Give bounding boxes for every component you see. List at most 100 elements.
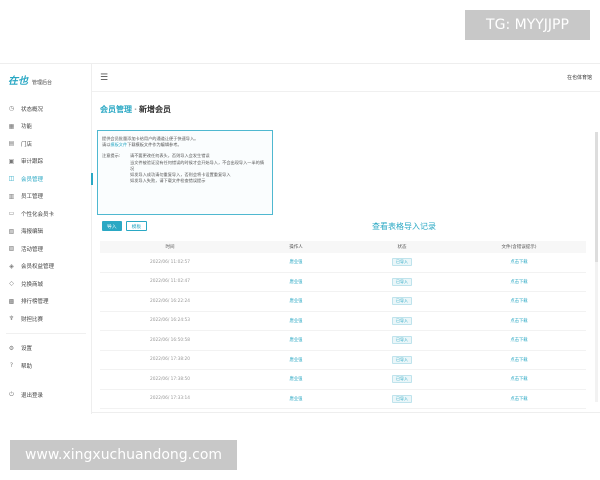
cell-operator[interactable]: 唐业强 <box>240 298 352 304</box>
table-header: 时间 操作人 状态 文件(含错误提示) <box>100 241 586 253</box>
sidebar-divider <box>6 328 86 334</box>
cell-file-link[interactable]: 点击下载 <box>452 259 586 265</box>
help-icon: ? <box>9 362 14 370</box>
cell-time: 2022/06/ 16:24:53 <box>150 318 190 324</box>
import-button[interactable]: 导入 <box>102 221 122 231</box>
cell-file-link[interactable]: 点击下载 <box>452 396 586 402</box>
cell-status: 已导入 <box>352 277 452 286</box>
sidebar-item-trophy[interactable]: ♆ 财担比赛 <box>0 310 92 328</box>
sidebar-item-label: 个性化会员卡 <box>21 211 55 218</box>
sidebar-item-clock[interactable]: ◷ 状态概况 <box>0 100 92 118</box>
sidebar-item-gear[interactable]: ⚙ 设置 <box>0 340 92 358</box>
cell-operator[interactable]: 唐业强 <box>240 279 352 285</box>
member-icon: ◫ <box>8 175 15 183</box>
status-badge: 已导入 <box>392 297 412 306</box>
header-file: 文件(含错误提示) <box>501 245 537 250</box>
cell-operator[interactable]: 唐业强 <box>240 376 352 382</box>
table-row: 2022/06/ 11:02:47 唐业强 已导入 点击下载 <box>100 273 586 292</box>
records-title[interactable]: 查看表格导入记录 <box>372 221 436 232</box>
header-time: 时间 <box>165 245 175 250</box>
store-icon: ▤ <box>8 140 15 148</box>
benefit-icon: ◈ <box>9 262 14 270</box>
sidebar-item-label: 帮助 <box>21 363 33 370</box>
sidebar-item-audit[interactable]: ▣ 审计跟踪 <box>0 153 92 171</box>
tips-label: 注意提示: <box>102 153 121 159</box>
cell-status: 已导入 <box>352 394 452 403</box>
menu-toggle-icon[interactable]: ☰ <box>100 73 108 83</box>
card-icon: ▭ <box>8 210 15 218</box>
cell-file-link[interactable]: 点击下载 <box>452 337 586 343</box>
notice-text: 下载模板文件作为编辑参考。 <box>127 142 182 148</box>
ranking-icon: ▩ <box>8 297 15 305</box>
logout-area: ⏻ 退出登录 <box>0 386 92 404</box>
cell-operator[interactable]: 唐业强 <box>240 357 352 363</box>
scrollbar[interactable] <box>595 132 598 402</box>
logout-icon: ⏻ <box>9 390 14 398</box>
template-link[interactable]: 模板文件 <box>110 142 127 147</box>
sidebar-item-activity[interactable]: ▨ 活动管理 <box>0 240 92 258</box>
cell-file-link[interactable]: 点击下载 <box>452 279 586 285</box>
table-row: 2022/06/ 16:22:24 唐业强 已导入 点击下载 <box>100 292 586 312</box>
clock-icon: ◷ <box>8 105 15 113</box>
sidebar-nav: ◷ 状态概况 ▦ 功能 ▤ 门店 ▣ 审计跟踪 ◫ 会员管理 ▥ 员工管理 ▭ 个性化会员卡 ▧ 海报编辑 ▨ 活… <box>0 100 93 375</box>
sidebar-item-label: 排行榜管理 <box>21 299 49 306</box>
status-badge: 已导入 <box>392 258 412 267</box>
watermark-bottom: www.xingxuchuandong.com <box>10 440 237 470</box>
sidebar-item-staff[interactable]: ▥ 员工管理 <box>0 188 92 206</box>
table-row: 2022/06/ 17:38:20 唐业强 已导入 点击下载 <box>100 351 586 370</box>
template-button[interactable]: 模板 <box>125 221 148 231</box>
cell-operator[interactable]: 唐业强 <box>240 337 352 343</box>
table-row: 2022/06/ 11:02:57 唐业强 已导入 点击下载 <box>100 253 586 273</box>
scrollbar-thumb[interactable] <box>595 132 598 262</box>
tip-item: 请不要更改任何表头，否则导入会发生错误 <box>130 153 210 159</box>
import-notice: 提供会员批量添加卡给用户的通道让便于快速导入。 请以模板文件下载模板文件作为编辑… <box>97 130 273 215</box>
header-operator: 操作人 <box>289 245 303 250</box>
sidebar-item-member[interactable]: ◫ 会员管理 <box>0 170 93 188</box>
watermark-top: TG: MYYJJPP <box>465 10 590 40</box>
status-badge: 已导入 <box>392 336 412 345</box>
cell-operator[interactable]: 唐业强 <box>240 318 352 324</box>
cell-operator[interactable]: 唐业强 <box>240 259 352 265</box>
cell-status: 已导入 <box>352 316 452 325</box>
cell-file-link[interactable]: 点击下载 <box>452 298 586 304</box>
cell-status: 已导入 <box>352 297 452 306</box>
grid-icon: ▦ <box>8 122 15 130</box>
table-row: 2022/06/ 16:50:58 唐业强 已导入 点击下载 <box>100 331 586 351</box>
mall-icon: ◇ <box>9 280 14 288</box>
status-badge: 已导入 <box>392 277 412 286</box>
sidebar-item-mall[interactable]: ◇ 兑换商城 <box>0 275 92 293</box>
sidebar-item-label: 退出登录 <box>21 392 44 399</box>
cell-time: 2022/06/ 16:50:58 <box>150 337 190 343</box>
sidebar-item-ranking[interactable]: ▩ 排行榜管理 <box>0 293 92 311</box>
cell-time: 2022/06/ 11:02:47 <box>150 279 190 285</box>
sidebar-item-poster[interactable]: ▧ 海报编辑 <box>0 223 92 241</box>
cell-status: 已导入 <box>352 355 452 364</box>
tip-item: 如发导入失败，请下载文件检查错误提示 <box>130 178 206 184</box>
sidebar-item-grid[interactable]: ▦ 功能 <box>0 118 92 136</box>
table-row: 2022/06/ 17:38:50 唐业强 已导入 点击下载 <box>100 370 586 390</box>
cell-operator[interactable]: 唐业强 <box>240 396 352 402</box>
sidebar-item-logout[interactable]: ⏻ 退出登录 <box>0 386 92 404</box>
brand-logo[interactable]: 在也 管理后台 <box>8 72 52 87</box>
sidebar-item-label: 海报编辑 <box>21 229 44 236</box>
sidebar-item-help[interactable]: ? 帮助 <box>0 357 92 375</box>
action-buttons: 导入 模板 <box>102 221 148 231</box>
cell-status: 已导入 <box>352 258 452 267</box>
sidebar-item-card[interactable]: ▭ 个性化会员卡 <box>0 205 92 223</box>
sidebar-item-benefit[interactable]: ◈ 会员权益管理 <box>0 258 92 276</box>
cell-file-link[interactable]: 点击下载 <box>452 318 586 324</box>
sidebar-item-label: 门店 <box>21 141 33 148</box>
poster-icon: ▧ <box>8 227 15 235</box>
cell-file-link[interactable]: 点击下载 <box>452 376 586 382</box>
account-name[interactable]: 在也体育馆 <box>567 74 592 81</box>
gear-icon: ⚙ <box>8 344 15 352</box>
audit-icon: ▣ <box>8 157 15 165</box>
breadcrumb-parent[interactable]: 会员管理 <box>100 105 132 114</box>
sidebar-item-label: 员工管理 <box>21 194 44 201</box>
sidebar-item-store[interactable]: ▤ 门店 <box>0 135 92 153</box>
cell-file-link[interactable]: 点击下载 <box>452 357 586 363</box>
topbar: ☰ 在也体育馆 <box>92 64 600 92</box>
sidebar-item-label: 功能 <box>21 124 33 131</box>
sidebar-item-label: 状态概况 <box>21 106 44 113</box>
cell-time: 2022/06/ 11:02:57 <box>150 259 190 265</box>
